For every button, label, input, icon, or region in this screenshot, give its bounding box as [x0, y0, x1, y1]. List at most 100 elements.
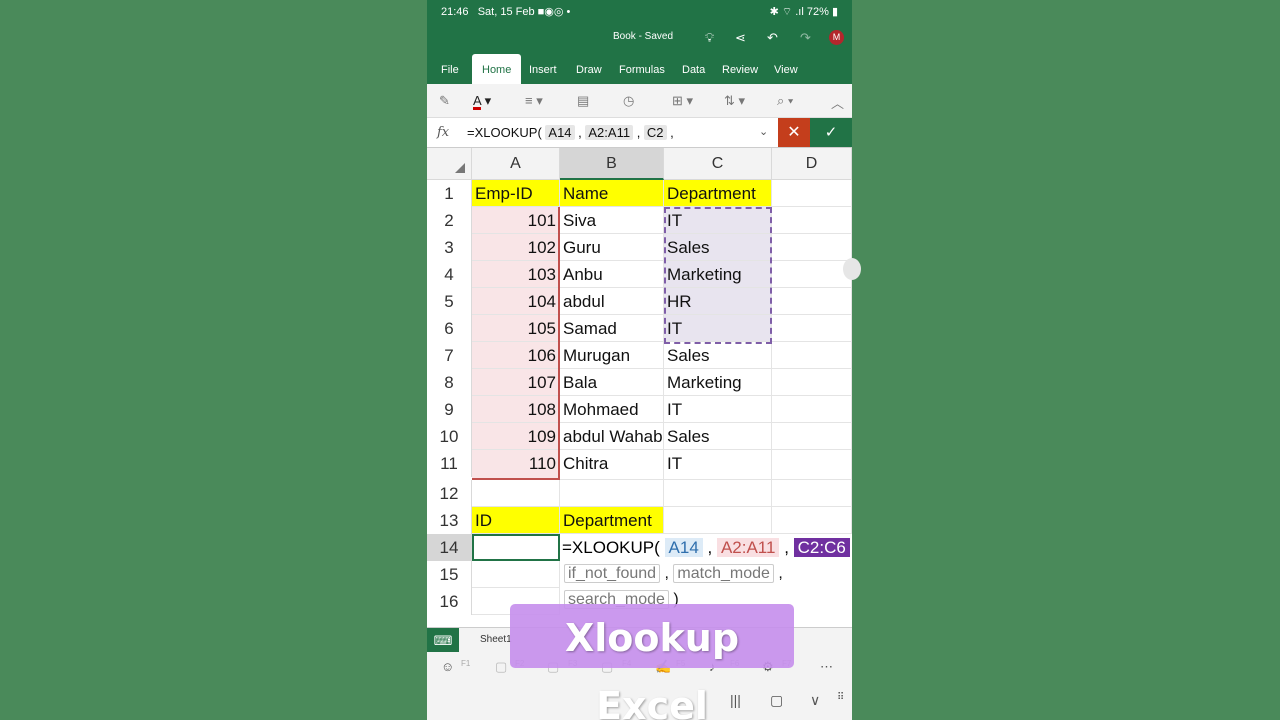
sheet-tab[interactable]: Sheet1	[480, 634, 512, 645]
row-header[interactable]: 6	[427, 315, 472, 342]
collapse-ribbon-icon[interactable]: ︿	[831, 93, 844, 112]
font-color-icon[interactable]: A ▾	[473, 93, 491, 109]
home-icon[interactable]: ▢	[770, 692, 783, 709]
formula-input[interactable]: =XLOOKUP( A14 , A2:A11 , C2 ,	[467, 125, 674, 140]
cell-empty[interactable]	[772, 450, 852, 480]
table-cell-name[interactable]: abdul Wahab	[560, 423, 664, 450]
tab-formulas[interactable]: Formulas	[619, 54, 665, 84]
table-cell-id[interactable]: 105	[472, 315, 560, 342]
table-cell-dept[interactable]: Sales	[664, 342, 772, 369]
cell-empty[interactable]	[772, 288, 852, 315]
cell-empty[interactable]	[772, 342, 852, 369]
table-cell-dept[interactable]: IT	[664, 207, 772, 234]
cell-empty[interactable]	[772, 369, 852, 396]
cell-empty[interactable]	[664, 507, 772, 534]
table-cell-dept[interactable]: IT	[664, 450, 772, 480]
cell-c1[interactable]: Department	[664, 180, 772, 207]
align-icon[interactable]: ≡ ▾	[525, 93, 543, 109]
table-cell-name[interactable]: Murugan	[560, 342, 664, 369]
lightbulb-icon[interactable]: 💡︎	[705, 30, 714, 46]
table-cell-name[interactable]: Guru	[560, 234, 664, 261]
column-header-a[interactable]: A	[472, 148, 560, 180]
row-header[interactable]: 2	[427, 207, 472, 234]
active-cell-a14[interactable]	[472, 534, 560, 561]
row-header[interactable]: 5	[427, 288, 472, 315]
tab-view[interactable]: View	[774, 54, 798, 84]
in-cell-formula-editor[interactable]: =XLOOKUP( A14 , A2:A11 , C2:C6 ,	[560, 534, 852, 561]
back-icon[interactable]: ∨	[810, 692, 820, 709]
cell-a13[interactable]: ID	[472, 507, 560, 534]
sort-filter-icon[interactable]: ⇅ ▾	[724, 93, 745, 109]
table-cell-id[interactable]: 109	[472, 423, 560, 450]
table-cell-name[interactable]: abdul	[560, 288, 664, 315]
cell-b1[interactable]: Name	[560, 180, 664, 207]
cell-d1[interactable]	[772, 180, 852, 207]
cell-b13[interactable]: Department	[560, 507, 664, 534]
cell-empty[interactable]	[772, 423, 852, 450]
table-cell-id[interactable]: 102	[472, 234, 560, 261]
column-header-b[interactable]: B	[560, 148, 664, 180]
cell-empty[interactable]	[472, 561, 560, 588]
table-cell-id[interactable]: 110	[472, 450, 560, 480]
clipboard-icon[interactable]: ▢	[495, 659, 507, 675]
tab-draw[interactable]: Draw	[576, 54, 602, 84]
cell-empty[interactable]	[472, 480, 560, 507]
cell-empty[interactable]	[772, 261, 852, 288]
share-icon[interactable]: ⋖	[735, 30, 746, 46]
table-cell-dept[interactable]: HR	[664, 288, 772, 315]
cell-empty[interactable]	[772, 480, 852, 507]
table-cell-name[interactable]: Bala	[560, 369, 664, 396]
cancel-button[interactable]: ✕	[778, 118, 810, 147]
row-header[interactable]: 11	[427, 450, 472, 477]
table-cell-dept[interactable]: Sales	[664, 423, 772, 450]
tab-file[interactable]: File	[441, 54, 459, 84]
avatar[interactable]: M	[829, 30, 844, 45]
undo-icon[interactable]: ↶	[767, 30, 778, 46]
table-cell-id[interactable]: 104	[472, 288, 560, 315]
table-cell-name[interactable]: Samad	[560, 315, 664, 342]
row-header[interactable]: 3	[427, 234, 472, 261]
table-cell-id[interactable]: 108	[472, 396, 560, 423]
tab-data[interactable]: Data	[682, 54, 705, 84]
table-cell-dept[interactable]: IT	[664, 315, 772, 342]
row-header[interactable]: 13	[427, 507, 472, 534]
recent-apps-icon[interactable]: |||	[730, 692, 741, 708]
tab-home[interactable]: Home	[472, 54, 522, 84]
row-header[interactable]: 12	[427, 480, 472, 507]
function-icon[interactable]: fx	[437, 125, 449, 140]
table-cell-id[interactable]: 106	[472, 342, 560, 369]
emoji-icon[interactable]: ☺	[441, 659, 454, 674]
table-cell-id[interactable]: 101	[472, 207, 560, 234]
table-cell-name[interactable]: Chitra	[560, 450, 664, 480]
cell-empty[interactable]	[664, 480, 772, 507]
row-header[interactable]: 7	[427, 342, 472, 369]
table-cell-name[interactable]: Anbu	[560, 261, 664, 288]
table-cell-id[interactable]: 103	[472, 261, 560, 288]
column-header-c[interactable]: C	[664, 148, 772, 180]
keyboard-grid-icon[interactable]: ⠿	[837, 692, 844, 703]
row-header[interactable]: 4	[427, 261, 472, 288]
confirm-button[interactable]: ✓	[810, 118, 852, 147]
table-cell-dept[interactable]: Marketing	[664, 261, 772, 288]
cell-empty[interactable]	[772, 507, 852, 534]
redo-icon[interactable]: ↷	[800, 30, 811, 46]
more-icon[interactable]: ⋯	[820, 659, 833, 675]
cell-empty[interactable]	[560, 480, 664, 507]
table-cell-dept[interactable]: Sales	[664, 234, 772, 261]
row-header[interactable]: 10	[427, 423, 472, 450]
column-header-d[interactable]: D	[772, 148, 852, 180]
table-cell-name[interactable]: Mohmaed	[560, 396, 664, 423]
wrap-text-icon[interactable]: ▤	[577, 93, 589, 109]
table-cell-id[interactable]: 107	[472, 369, 560, 396]
cell-empty[interactable]	[772, 234, 852, 261]
tab-insert[interactable]: Insert	[529, 54, 557, 84]
number-format-icon[interactable]: ◷	[623, 93, 634, 109]
select-all-corner[interactable]	[427, 148, 472, 180]
cell-empty[interactable]	[772, 396, 852, 423]
chevron-down-icon[interactable]: ⌄	[759, 125, 768, 138]
row-header[interactable]: 16	[427, 588, 472, 615]
document-title[interactable]: Book - Saved	[613, 31, 673, 42]
table-cell-dept[interactable]: Marketing	[664, 369, 772, 396]
row-header[interactable]: 8	[427, 369, 472, 396]
row-header[interactable]: 1	[427, 180, 472, 207]
